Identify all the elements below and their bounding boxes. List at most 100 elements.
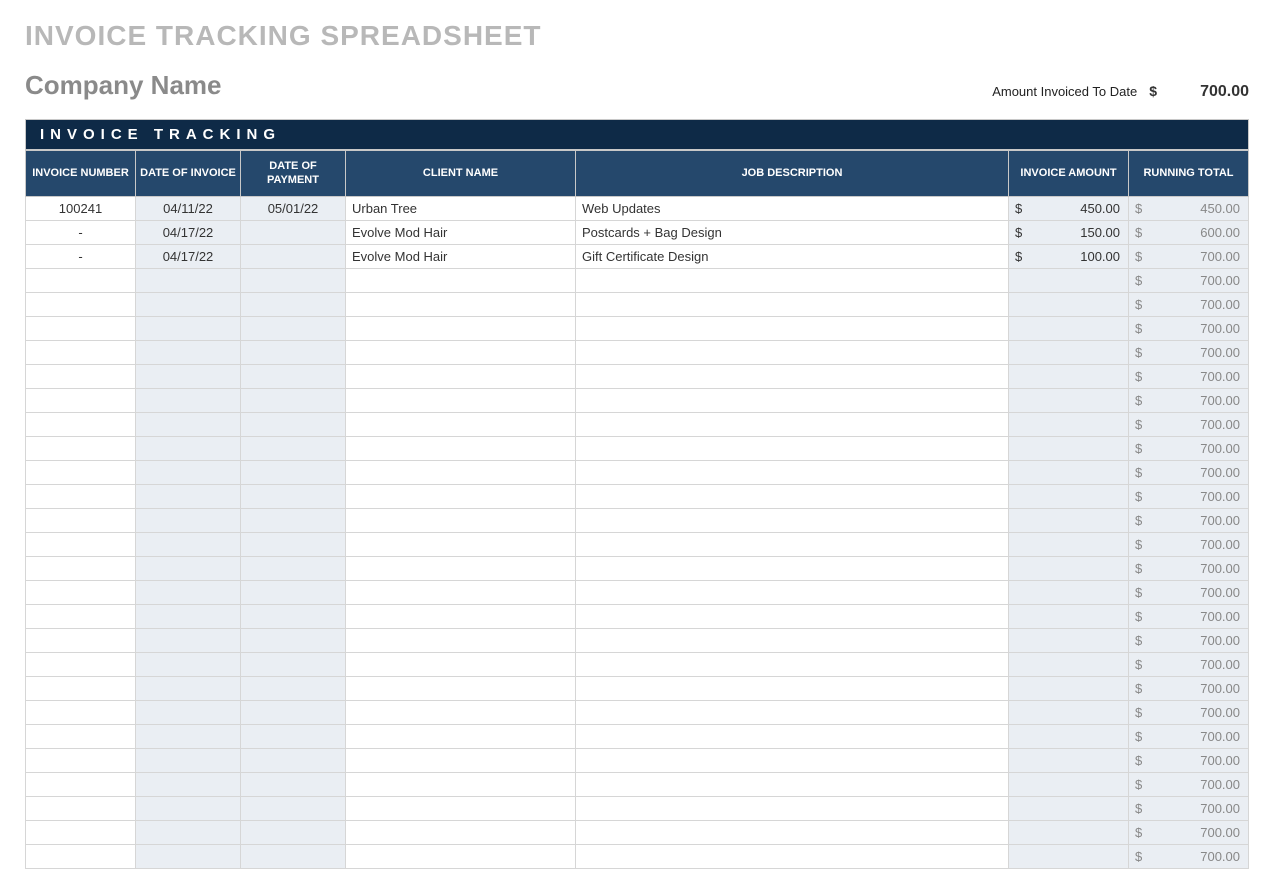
cell-job-description[interactable]: Gift Certificate Design xyxy=(576,244,1009,268)
cell-client-name[interactable] xyxy=(346,724,576,748)
cell-job-description[interactable] xyxy=(576,724,1009,748)
cell-running-total[interactable]: $700.00 xyxy=(1129,316,1249,340)
cell-date-payment[interactable] xyxy=(241,316,346,340)
cell-date-payment[interactable] xyxy=(241,364,346,388)
cell-invoice-number[interactable] xyxy=(26,484,136,508)
cell-date-invoice[interactable] xyxy=(136,580,241,604)
cell-invoice-number[interactable] xyxy=(26,748,136,772)
cell-date-payment[interactable] xyxy=(241,820,346,844)
cell-job-description[interactable] xyxy=(576,580,1009,604)
cell-running-total[interactable]: $700.00 xyxy=(1129,484,1249,508)
cell-running-total[interactable]: $700.00 xyxy=(1129,508,1249,532)
cell-invoice-number[interactable]: - xyxy=(26,244,136,268)
cell-invoice-number[interactable] xyxy=(26,604,136,628)
cell-date-payment[interactable] xyxy=(241,748,346,772)
cell-client-name[interactable] xyxy=(346,292,576,316)
cell-job-description[interactable] xyxy=(576,388,1009,412)
cell-date-invoice[interactable] xyxy=(136,652,241,676)
cell-running-total[interactable]: $700.00 xyxy=(1129,652,1249,676)
cell-date-invoice[interactable] xyxy=(136,676,241,700)
cell-client-name[interactable] xyxy=(346,316,576,340)
cell-client-name[interactable] xyxy=(346,580,576,604)
cell-invoice-number[interactable] xyxy=(26,724,136,748)
cell-invoice-number[interactable] xyxy=(26,532,136,556)
cell-invoice-number[interactable] xyxy=(26,844,136,868)
cell-running-total[interactable]: $700.00 xyxy=(1129,460,1249,484)
cell-running-total[interactable]: $700.00 xyxy=(1129,532,1249,556)
cell-client-name[interactable] xyxy=(346,460,576,484)
cell-invoice-number[interactable] xyxy=(26,388,136,412)
cell-date-payment[interactable] xyxy=(241,844,346,868)
cell-invoice-number[interactable] xyxy=(26,556,136,580)
cell-invoice-amount[interactable] xyxy=(1009,700,1129,724)
cell-running-total[interactable]: $700.00 xyxy=(1129,292,1249,316)
cell-invoice-amount[interactable]: $100.00 xyxy=(1009,244,1129,268)
cell-job-description[interactable] xyxy=(576,556,1009,580)
cell-date-invoice[interactable]: 04/17/22 xyxy=(136,220,241,244)
cell-client-name[interactable]: Evolve Mod Hair xyxy=(346,244,576,268)
cell-date-invoice[interactable] xyxy=(136,268,241,292)
cell-invoice-number[interactable] xyxy=(26,292,136,316)
cell-date-invoice[interactable] xyxy=(136,532,241,556)
cell-job-description[interactable] xyxy=(576,460,1009,484)
cell-running-total[interactable]: $700.00 xyxy=(1129,820,1249,844)
cell-invoice-number[interactable] xyxy=(26,316,136,340)
cell-client-name[interactable] xyxy=(346,844,576,868)
cell-invoice-amount[interactable] xyxy=(1009,292,1129,316)
cell-date-payment[interactable] xyxy=(241,460,346,484)
cell-invoice-number[interactable]: 100241 xyxy=(26,196,136,220)
cell-invoice-number[interactable] xyxy=(26,412,136,436)
cell-running-total[interactable]: $700.00 xyxy=(1129,244,1249,268)
cell-date-payment[interactable] xyxy=(241,580,346,604)
cell-invoice-number[interactable] xyxy=(26,364,136,388)
cell-invoice-amount[interactable] xyxy=(1009,844,1129,868)
cell-date-invoice[interactable] xyxy=(136,820,241,844)
cell-date-payment[interactable] xyxy=(241,724,346,748)
cell-invoice-amount[interactable] xyxy=(1009,676,1129,700)
cell-date-invoice[interactable] xyxy=(136,460,241,484)
cell-invoice-amount[interactable] xyxy=(1009,604,1129,628)
cell-invoice-amount[interactable] xyxy=(1009,388,1129,412)
cell-client-name[interactable] xyxy=(346,436,576,460)
cell-job-description[interactable] xyxy=(576,484,1009,508)
cell-invoice-amount[interactable] xyxy=(1009,628,1129,652)
cell-date-payment[interactable] xyxy=(241,220,346,244)
cell-invoice-number[interactable] xyxy=(26,628,136,652)
cell-invoice-amount[interactable] xyxy=(1009,724,1129,748)
cell-client-name[interactable] xyxy=(346,556,576,580)
cell-date-payment[interactable] xyxy=(241,292,346,316)
cell-date-invoice[interactable] xyxy=(136,556,241,580)
cell-running-total[interactable]: $700.00 xyxy=(1129,436,1249,460)
cell-client-name[interactable] xyxy=(346,820,576,844)
cell-date-invoice[interactable] xyxy=(136,316,241,340)
cell-invoice-amount[interactable] xyxy=(1009,556,1129,580)
cell-invoice-number[interactable] xyxy=(26,652,136,676)
cell-invoice-amount[interactable] xyxy=(1009,484,1129,508)
cell-running-total[interactable]: $700.00 xyxy=(1129,268,1249,292)
cell-invoice-amount[interactable] xyxy=(1009,460,1129,484)
cell-date-payment[interactable] xyxy=(241,340,346,364)
cell-client-name[interactable] xyxy=(346,748,576,772)
cell-client-name[interactable] xyxy=(346,532,576,556)
cell-date-payment[interactable] xyxy=(241,556,346,580)
cell-date-invoice[interactable] xyxy=(136,748,241,772)
cell-client-name[interactable] xyxy=(346,604,576,628)
cell-invoice-amount[interactable] xyxy=(1009,772,1129,796)
cell-client-name[interactable] xyxy=(346,508,576,532)
cell-client-name[interactable] xyxy=(346,772,576,796)
cell-client-name[interactable] xyxy=(346,796,576,820)
cell-invoice-number[interactable] xyxy=(26,796,136,820)
cell-date-payment[interactable] xyxy=(241,700,346,724)
cell-invoice-amount[interactable]: $450.00 xyxy=(1009,196,1129,220)
cell-job-description[interactable] xyxy=(576,364,1009,388)
cell-date-invoice[interactable] xyxy=(136,292,241,316)
cell-client-name[interactable] xyxy=(346,388,576,412)
cell-client-name[interactable]: Urban Tree xyxy=(346,196,576,220)
cell-running-total[interactable]: $700.00 xyxy=(1129,388,1249,412)
cell-job-description[interactable] xyxy=(576,748,1009,772)
cell-running-total[interactable]: $700.00 xyxy=(1129,844,1249,868)
cell-job-description[interactable] xyxy=(576,700,1009,724)
cell-invoice-amount[interactable]: $150.00 xyxy=(1009,220,1129,244)
cell-invoice-number[interactable] xyxy=(26,772,136,796)
cell-date-payment[interactable] xyxy=(241,412,346,436)
